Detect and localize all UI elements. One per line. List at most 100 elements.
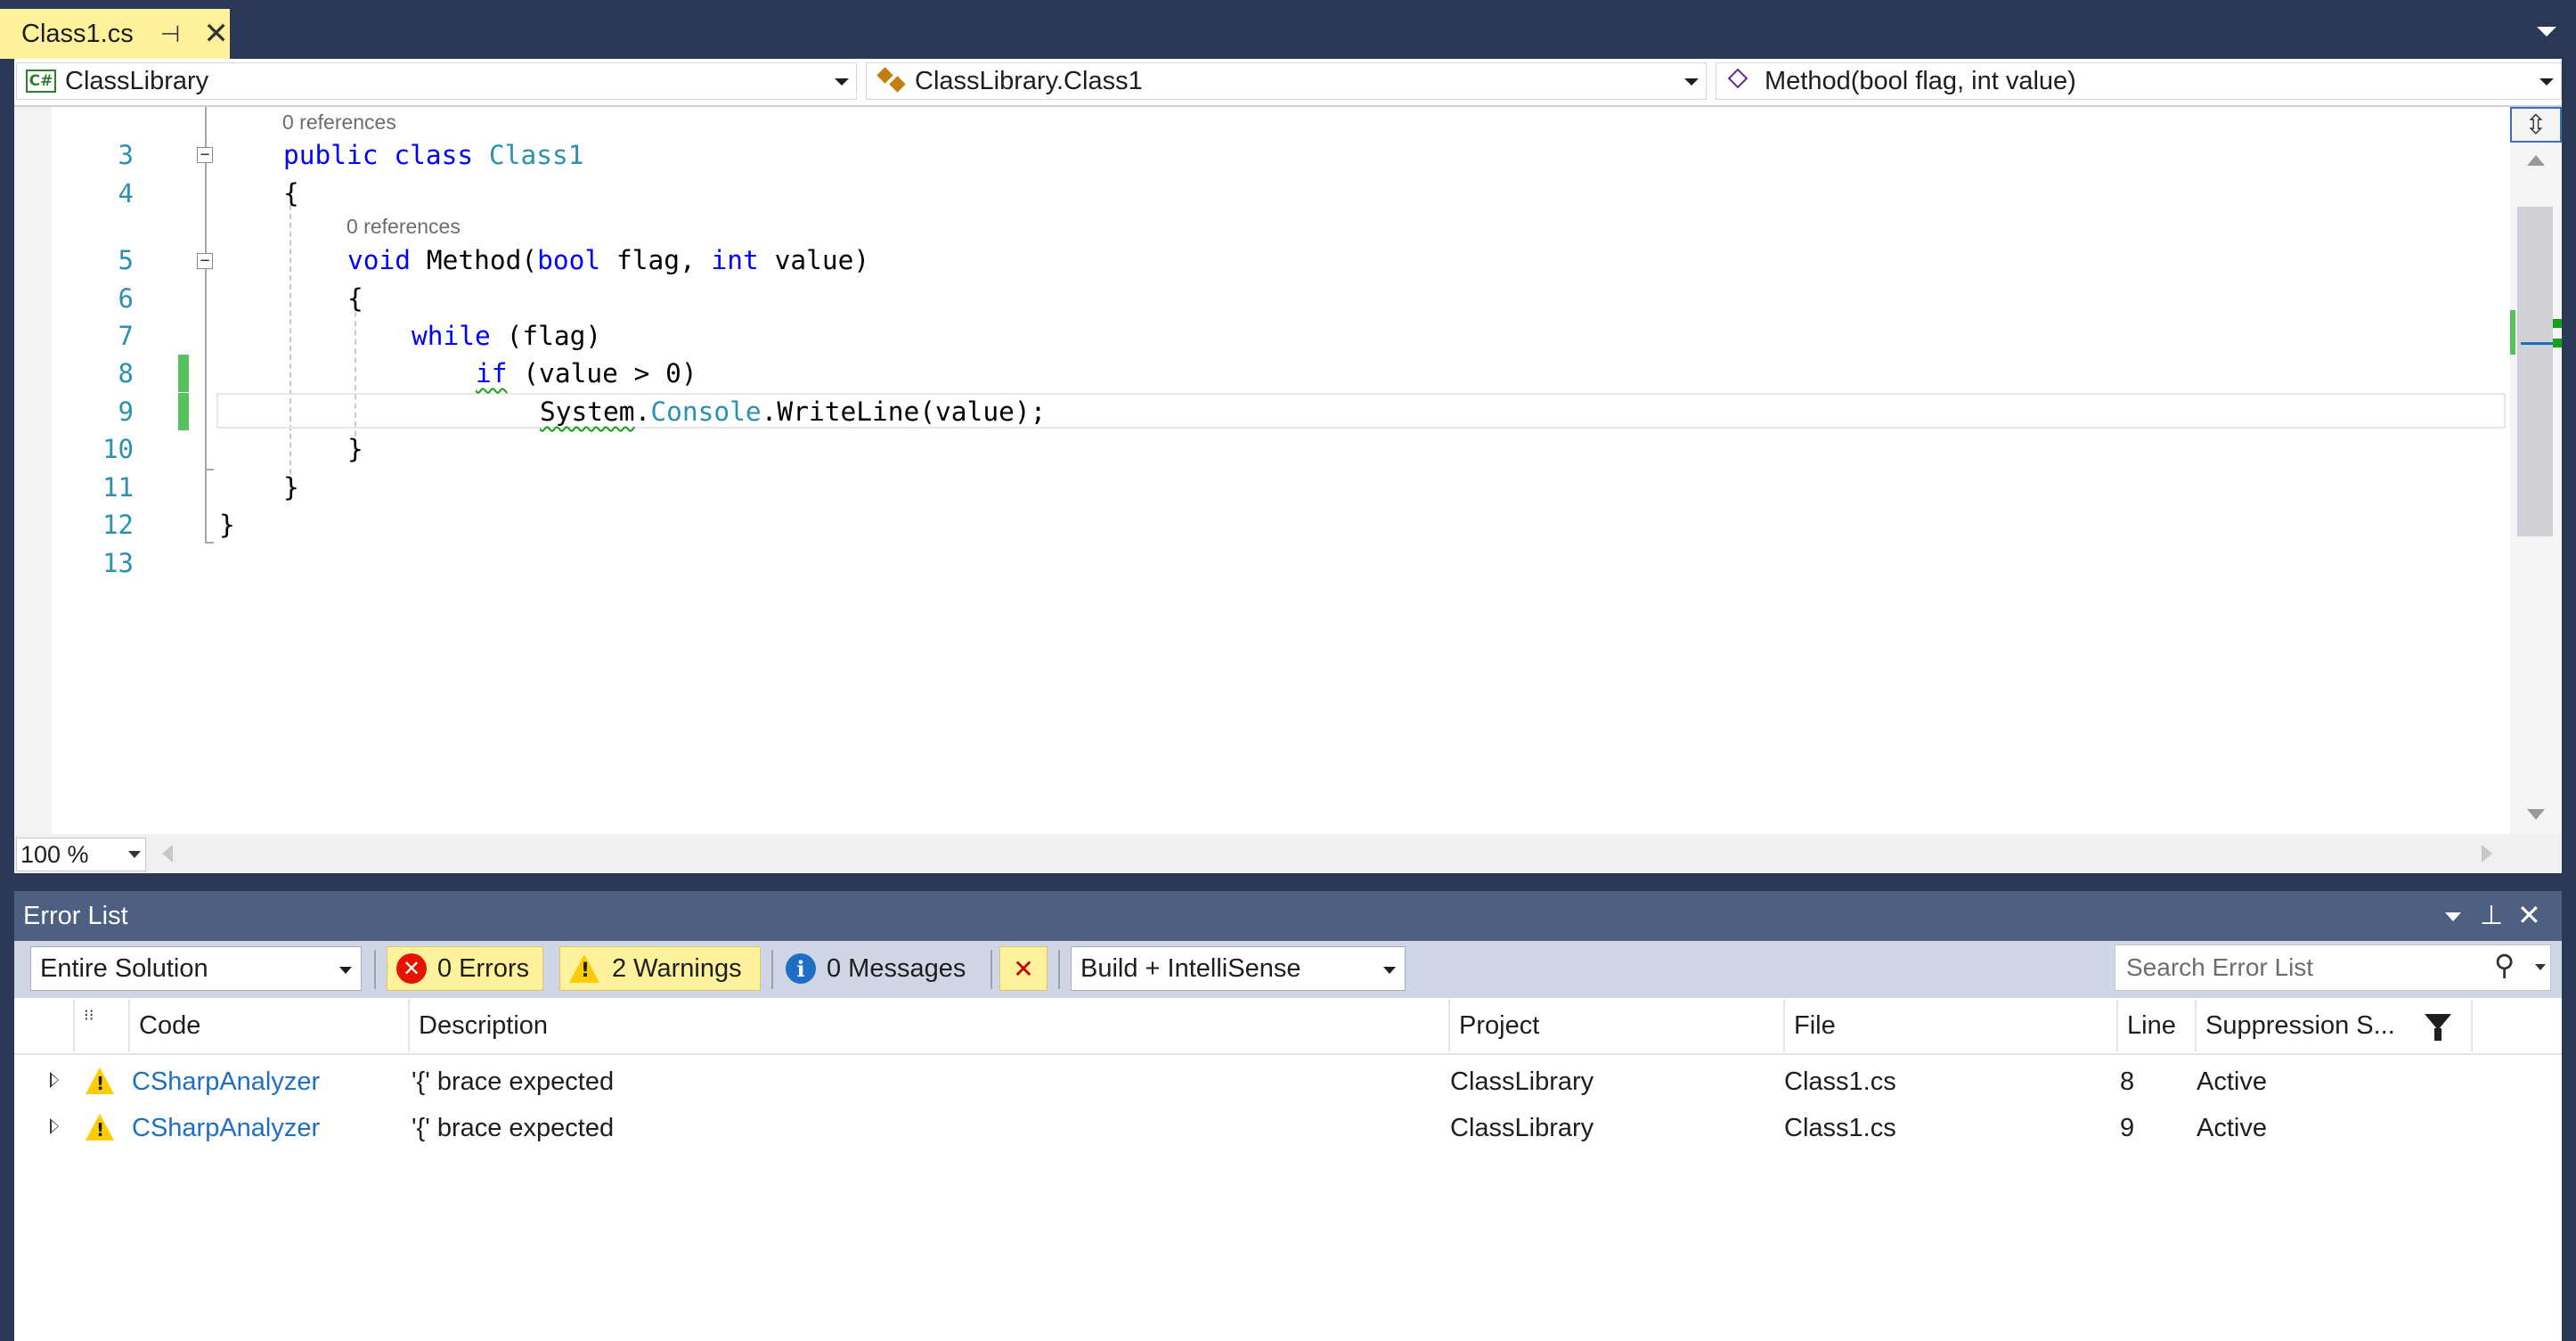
code-line-9: System.Console.WriteLine(value); (540, 393, 1046, 430)
type-dropdown[interactable]: ClassLibrary.Class1 (866, 62, 1707, 100)
window-menu-icon[interactable] (2445, 912, 2461, 921)
category-column-header[interactable]: ⁝⁝ (75, 1000, 130, 1051)
change-indicator (178, 355, 189, 392)
collapse-icon[interactable]: − (197, 253, 213, 269)
scrollbar-thumb[interactable] (2517, 207, 2553, 536)
tab-overflow-dropdown-icon[interactable] (2537, 27, 2556, 37)
warnings-count-label: 2 Warnings (612, 953, 742, 983)
scroll-down-icon[interactable] (2527, 809, 2545, 820)
toolbar-separator (771, 950, 773, 989)
line-number: 10 (102, 434, 134, 464)
line-number: 3 (118, 140, 134, 170)
table-row[interactable] (14, 1059, 2562, 1105)
expand-icon[interactable] (50, 1072, 59, 1088)
chevron-down-icon (1383, 967, 1396, 974)
line-number: 6 (118, 283, 134, 314)
warning-icon: ! (569, 954, 599, 983)
warning-map-marker (2553, 319, 2562, 328)
file-column-header[interactable]: File (1785, 1000, 2118, 1051)
code-line-3: public class Class1 (283, 136, 584, 174)
chevron-down-icon (128, 851, 141, 858)
warning-squiggle-token: if (476, 358, 508, 388)
toolbar-separator (1058, 950, 1060, 989)
pin-icon[interactable]: ⊣ (160, 20, 181, 48)
warning-map-marker (2553, 339, 2562, 348)
type-dropdown-label: ClassLibrary.Class1 (915, 66, 1143, 95)
row-file: Class1.cs (1784, 1067, 1896, 1096)
document-tab-class1[interactable]: Class1.cs ⊣ ✕ (0, 9, 230, 59)
class-icon (876, 67, 906, 94)
collapse-icon[interactable]: − (197, 147, 213, 163)
code-column-header[interactable]: Code (130, 1000, 410, 1051)
keyword-token: while (412, 321, 491, 351)
pin-icon[interactable]: ⊥ (2480, 900, 2503, 931)
row-project: ClassLibrary (1450, 1114, 1594, 1142)
scroll-right-icon[interactable] (2482, 845, 2492, 863)
type-token: Class1 (488, 140, 584, 170)
code-line-5: void Method(bool flag, int value) (347, 241, 869, 279)
line-number: 5 (118, 245, 134, 275)
row-code-link[interactable]: CSharpAnalyzer (132, 1105, 320, 1151)
project-dropdown[interactable]: C# ClassLibrary (16, 62, 857, 100)
toolbar-separator (374, 950, 376, 989)
project-dropdown-label: ClassLibrary (65, 66, 209, 95)
table-row[interactable] (14, 1105, 2562, 1151)
errors-filter-button[interactable]: ✕ 0 Errors (387, 946, 543, 991)
document-tab-title: Class1.cs (21, 19, 134, 48)
error-list-title: Error List (23, 902, 128, 930)
filter-icon-stem (2434, 1028, 2441, 1041)
split-editor-icon[interactable]: ⇳ (2510, 107, 2562, 143)
scope-dropdown[interactable]: Entire Solution (30, 946, 362, 991)
chevron-down-icon (2539, 78, 2554, 86)
clear-filter-icon[interactable]: ✕ (999, 946, 1048, 991)
line-number: 8 (118, 358, 134, 388)
code-line-4: { (283, 178, 299, 209)
member-dropdown[interactable]: Method(bool flag, int value) (1716, 62, 2562, 100)
csharp-project-icon: C# (26, 70, 56, 93)
expander-column-header (14, 1000, 75, 1051)
outline-line (205, 269, 207, 470)
line-column-header[interactable]: Line (2118, 1000, 2197, 1051)
keyword-token: public (283, 140, 379, 170)
keyword-token: bool (537, 245, 601, 275)
warning-squiggle-token: System (540, 397, 635, 427)
search-icon[interactable]: ⚲ (2494, 948, 2515, 982)
keyword-token: void (347, 245, 412, 275)
warning-icon: ! (86, 1114, 114, 1141)
description-column-header[interactable]: Description (410, 1000, 1450, 1051)
messages-filter-button[interactable]: i 0 Messages (777, 946, 980, 991)
close-icon[interactable]: ✕ (2517, 898, 2541, 932)
row-line: 9 (2120, 1114, 2135, 1142)
close-icon[interactable]: ✕ (203, 19, 229, 49)
row-code-link[interactable]: CSharpAnalyzer (132, 1059, 320, 1105)
document-tab-bar (0, 0, 2576, 59)
scope-dropdown-label: Entire Solution (40, 953, 208, 983)
messages-count-label: 0 Messages (827, 953, 966, 983)
identifier-token: . (634, 397, 651, 427)
project-column-header[interactable]: Project (1450, 1000, 1785, 1051)
horizontal-scroll-bar[interactable] (14, 834, 2562, 873)
chevron-down-icon (1684, 78, 1699, 86)
error-icon: ✕ (396, 953, 427, 984)
zoom-dropdown[interactable]: 100 % (16, 838, 146, 871)
outline-line (205, 470, 207, 542)
outline-line (205, 164, 207, 253)
codelens-references[interactable]: 0 references (282, 110, 396, 135)
codelens-references[interactable]: 0 references (346, 215, 461, 239)
build-filter-label: Build + IntelliSense (1080, 953, 1301, 983)
extra-column-header (2473, 1000, 2562, 1051)
error-list-title-bar (14, 891, 2562, 941)
scroll-up-icon[interactable] (2527, 155, 2545, 166)
line-number: 13 (102, 548, 134, 578)
type-token: Console (650, 397, 762, 427)
code-line-12: } (219, 510, 235, 540)
row-project: ClassLibrary (1450, 1067, 1594, 1096)
build-filter-dropdown[interactable]: Build + IntelliSense (1071, 946, 1406, 991)
warnings-filter-button[interactable]: ! 2 Warnings (559, 946, 761, 991)
chevron-down-icon[interactable] (2535, 964, 2546, 970)
expand-icon[interactable] (50, 1118, 59, 1134)
scroll-left-icon[interactable] (162, 845, 173, 863)
indicator-margin (14, 107, 52, 834)
search-error-list-input[interactable]: Search Error List (2115, 944, 2551, 991)
identifier-token: (value > 0) (523, 358, 697, 388)
